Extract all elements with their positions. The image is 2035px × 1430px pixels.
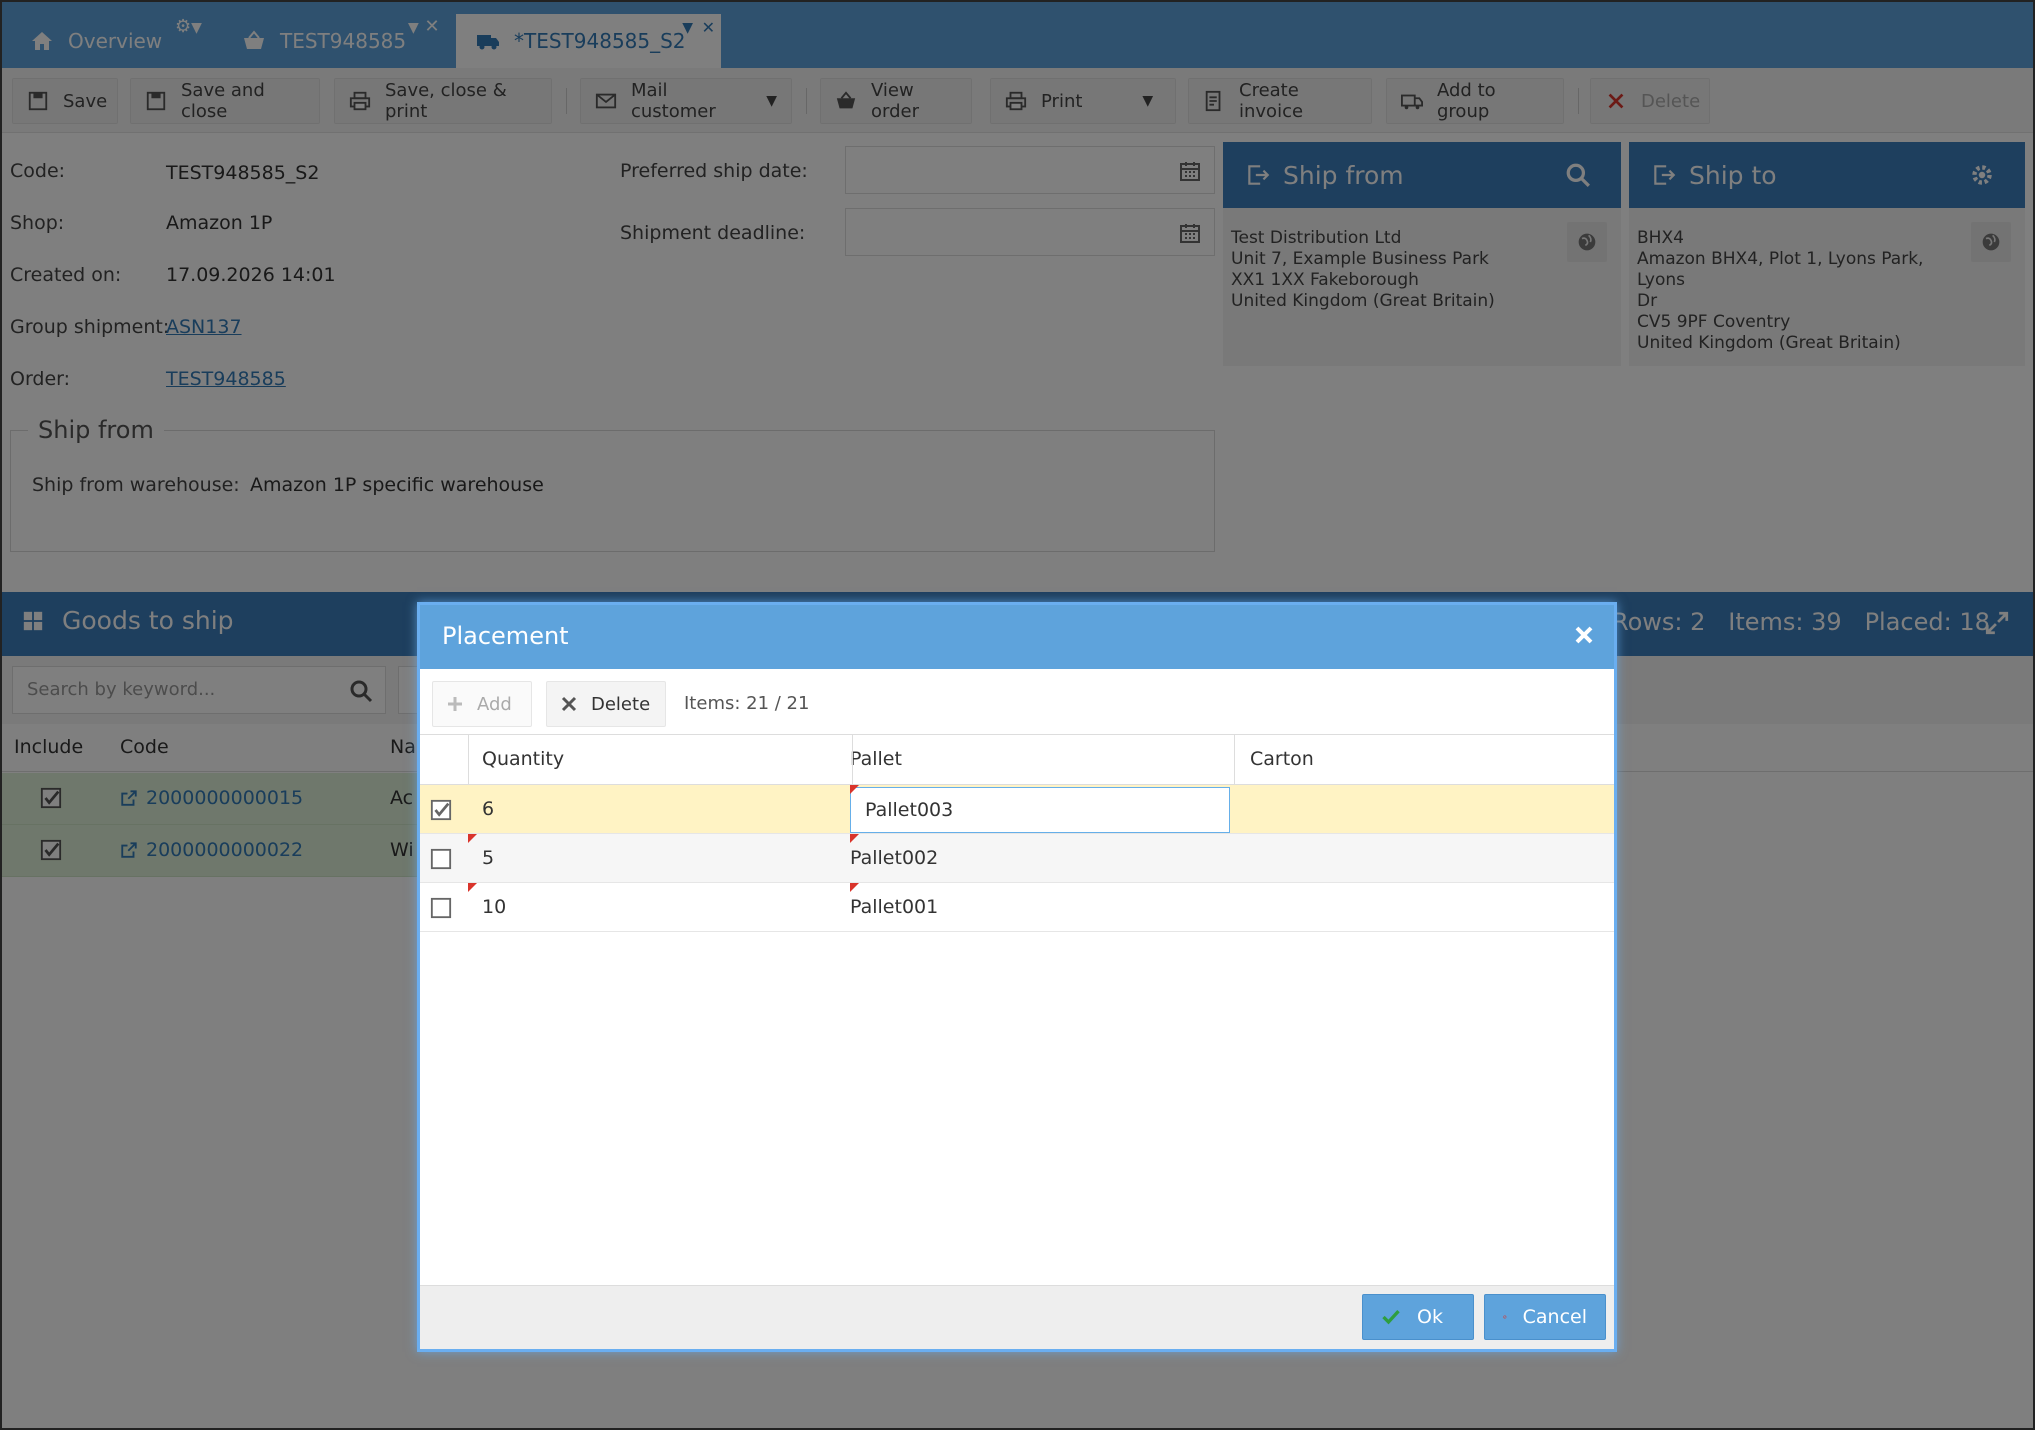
placement-row[interactable]: 10 Pallet001 <box>420 883 1614 932</box>
placement-dialog-footer: Ok Cancel <box>420 1285 1614 1349</box>
column-quantity[interactable]: Quantity <box>482 748 564 770</box>
checkbox-icon[interactable] <box>430 897 452 919</box>
column-divider <box>852 735 853 785</box>
placement-dialog: Placement Add Delete Items: 21 / 21 Quan… <box>417 602 1617 1352</box>
ok-button[interactable]: Ok <box>1362 1294 1474 1340</box>
pallet-input[interactable]: Pallet003 <box>850 787 1230 833</box>
quantity-cell[interactable]: 10 <box>482 896 506 918</box>
placement-dialog-header: Placement <box>420 605 1614 669</box>
close-icon <box>561 696 577 712</box>
pallet-cell[interactable]: Pallet002 <box>850 847 938 869</box>
add-button[interactable]: Add <box>432 681 532 727</box>
dialog-title: Placement <box>442 622 569 650</box>
modified-marker <box>850 785 859 794</box>
modified-marker <box>468 883 477 892</box>
placement-row[interactable]: 5 Pallet002 <box>420 834 1614 883</box>
checkbox-icon[interactable] <box>430 848 452 870</box>
ban-icon <box>1503 1315 1507 1319</box>
check-icon <box>1382 1310 1400 1325</box>
placement-toolbar: Add Delete Items: 21 / 21 <box>420 669 1614 735</box>
close-icon[interactable] <box>1572 623 1596 647</box>
pallet-cell[interactable]: Pallet001 <box>850 896 938 918</box>
modified-marker <box>468 834 477 843</box>
delete-button[interactable]: Delete <box>546 681 666 727</box>
checkbox-checked-icon[interactable] <box>430 799 452 821</box>
placement-grid-header: Quantity Pallet Carton <box>420 735 1614 785</box>
cancel-button[interactable]: Cancel <box>1484 1294 1606 1340</box>
modified-marker <box>850 883 859 892</box>
quantity-cell[interactable]: 6 <box>482 798 494 820</box>
modified-marker <box>850 834 859 843</box>
column-pallet[interactable]: Pallet <box>850 748 902 770</box>
plus-icon <box>448 697 462 711</box>
items-count: Items: 21 / 21 <box>684 693 810 714</box>
column-divider <box>468 735 469 785</box>
placement-row[interactable]: 6 Pallet003 <box>420 785 1614 834</box>
quantity-cell[interactable]: 5 <box>482 847 494 869</box>
column-carton[interactable]: Carton <box>1250 748 1314 770</box>
column-divider <box>1234 735 1235 785</box>
